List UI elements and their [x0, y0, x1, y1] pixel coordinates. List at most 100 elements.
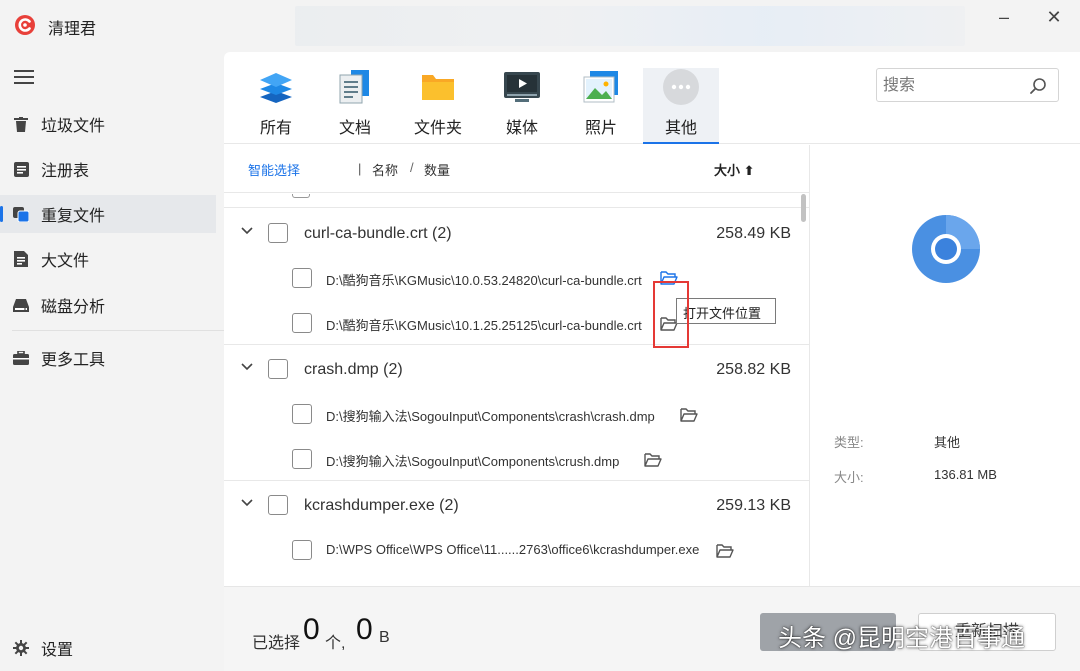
- smart-select-link[interactable]: 智能选择: [248, 160, 300, 179]
- group-checkbox[interactable]: [268, 223, 288, 243]
- scroll-thumb[interactable]: [801, 194, 806, 222]
- column-separator: |: [358, 161, 362, 176]
- sidebar-item-label: 注册表: [41, 163, 90, 180]
- minimize-button[interactable]: –: [986, 6, 1022, 30]
- disk-icon: [13, 297, 29, 313]
- annotation-highlight-box: [653, 281, 689, 348]
- sidebar-item-junk-files[interactable]: 垃圾文件: [0, 105, 216, 143]
- file-checkbox[interactable]: [292, 404, 312, 424]
- list-scrollbar[interactable]: [800, 194, 806, 586]
- toolbox-icon: [13, 350, 29, 366]
- photo-icon: [581, 68, 621, 106]
- tab-label: 其他: [664, 120, 697, 137]
- layers-icon: [256, 68, 296, 106]
- open-folder-icon[interactable]: [716, 543, 734, 559]
- group-checkbox[interactable]: [268, 495, 288, 515]
- group-size: 258.82 KB: [716, 361, 791, 378]
- duplicate-group: crash.dmp (2) 258.82 KB D:\搜狗输入法\SogouIn…: [224, 345, 809, 481]
- file-checkbox[interactable]: [292, 268, 312, 288]
- search-icon[interactable]: [1029, 77, 1047, 95]
- file-checkbox[interactable]: [292, 540, 312, 560]
- chevron-down-icon[interactable]: [239, 359, 255, 375]
- sidebar-item-label: 磁盘分析: [41, 299, 106, 316]
- sidebar: 垃圾文件 注册表 重复文件 大文件 磁盘分析 更多工具 设置: [0, 52, 224, 671]
- document-icon: [335, 68, 375, 106]
- list-item: [224, 194, 809, 208]
- open-folder-icon[interactable]: [680, 407, 698, 423]
- blurred-background-strip: [295, 6, 965, 46]
- file-path: D:\WPS Office\WPS Office\11......2763\of…: [326, 542, 700, 557]
- tab-label: 所有: [259, 120, 292, 137]
- search-box: [876, 68, 1059, 102]
- category-tabs: 所有 文档 文件夹 媒体 照片 其他 搜索: [224, 52, 1080, 144]
- selected-prefix: 已选择: [252, 635, 301, 652]
- chrome-icon: [912, 215, 980, 283]
- selected-count-unit: 个,: [325, 635, 346, 652]
- sidebar-item-more-tools[interactable]: 更多工具: [0, 339, 216, 377]
- sidebar-item-settings[interactable]: 设置: [0, 629, 216, 667]
- media-icon: [502, 68, 542, 106]
- search-input[interactable]: [883, 75, 1023, 97]
- file-checkbox[interactable]: [292, 449, 312, 469]
- sidebar-item-registry[interactable]: 注册表: [0, 150, 216, 188]
- type-label: 类型:: [834, 435, 864, 450]
- chevron-down-icon[interactable]: [239, 223, 255, 239]
- menu-toggle-icon[interactable]: [14, 70, 34, 86]
- file-checkbox[interactable]: [292, 313, 312, 333]
- tab-label: 照片: [584, 120, 617, 137]
- sidebar-item-big-files[interactable]: 大文件: [0, 240, 216, 278]
- watermark: 头条 @昆明空港百事通: [778, 625, 1026, 652]
- sidebar-item-duplicate-files[interactable]: 重复文件: [0, 195, 216, 233]
- tab-photos[interactable]: 照片: [563, 68, 639, 144]
- duplicate-group: kcrashdumper.exe (2) 259.13 KB D:\WPS Of…: [224, 481, 809, 586]
- sidebar-item-label: 大文件: [41, 253, 90, 270]
- group-size: 258.49 KB: [716, 225, 791, 242]
- tab-label: 文件夹: [413, 120, 462, 137]
- size-label: 大小:: [834, 470, 864, 485]
- main-panel: 所有 文档 文件夹 媒体 照片 其他 搜索 智能选择 | 名称 / 数量 大小 …: [224, 52, 1080, 671]
- app-title: 清理君: [48, 21, 97, 38]
- column-name[interactable]: 名称: [372, 160, 398, 179]
- column-size-sort[interactable]: 大小 ⬆: [714, 160, 755, 179]
- title-bar: 清理君 – ✕: [0, 0, 1080, 52]
- tab-other[interactable]: 其他: [643, 68, 719, 144]
- type-value: 其他: [934, 435, 961, 450]
- tab-documents[interactable]: 文档: [317, 68, 393, 144]
- sidebar-item-label: 重复文件: [41, 208, 106, 225]
- registry-icon: [13, 161, 29, 177]
- open-location-tooltip: 打开文件位置: [676, 298, 776, 324]
- tab-all[interactable]: 所有: [238, 68, 314, 144]
- group-checkbox[interactable]: [268, 359, 288, 379]
- trash-icon: [13, 116, 29, 132]
- selected-count: 0: [303, 613, 320, 646]
- group-name: crash.dmp (2): [304, 361, 403, 378]
- tab-folders[interactable]: 文件夹: [400, 68, 476, 144]
- app-logo-icon: [15, 15, 35, 35]
- close-button[interactable]: ✕: [1036, 6, 1072, 30]
- selected-bytes-unit: B: [379, 629, 390, 646]
- list-header: 智能选择 | 名称 / 数量 大小 ⬆: [224, 145, 809, 193]
- tab-label: 媒体: [505, 120, 538, 137]
- open-folder-icon[interactable]: [644, 452, 662, 468]
- size-value: 136.81 MB: [934, 467, 997, 482]
- checkbox[interactable]: [292, 194, 310, 198]
- file-path: D:\搜狗输入法\SogouInput\Components\crush.dmp: [326, 454, 620, 469]
- folder-icon: [418, 68, 458, 106]
- big-file-icon: [13, 251, 29, 267]
- gear-icon: [13, 640, 29, 656]
- tab-label: 文档: [338, 120, 371, 137]
- duplicate-file-list: curl-ca-bundle.crt (2) 258.49 KB D:\酷狗音乐…: [224, 194, 809, 586]
- file-path: D:\酷狗音乐\KGMusic\10.0.53.24820\curl-ca-bu…: [326, 273, 642, 288]
- detail-panel: 类型: 其他 大小: 136.81 MB: [809, 145, 1080, 586]
- column-count[interactable]: 数量: [424, 160, 450, 179]
- file-path: D:\酷狗音乐\KGMusic\10.1.25.25125\curl-ca-bu…: [326, 318, 642, 333]
- settings-label: 设置: [41, 642, 74, 659]
- chevron-down-icon[interactable]: [239, 495, 255, 511]
- sidebar-item-label: 更多工具: [41, 352, 106, 369]
- more-icon: [661, 68, 701, 106]
- sidebar-item-label: 垃圾文件: [41, 118, 106, 135]
- sidebar-divider: [12, 330, 224, 331]
- tab-media[interactable]: 媒体: [484, 68, 560, 144]
- sidebar-item-disk-analysis[interactable]: 磁盘分析: [0, 286, 216, 324]
- group-name: kcrashdumper.exe (2): [304, 497, 459, 514]
